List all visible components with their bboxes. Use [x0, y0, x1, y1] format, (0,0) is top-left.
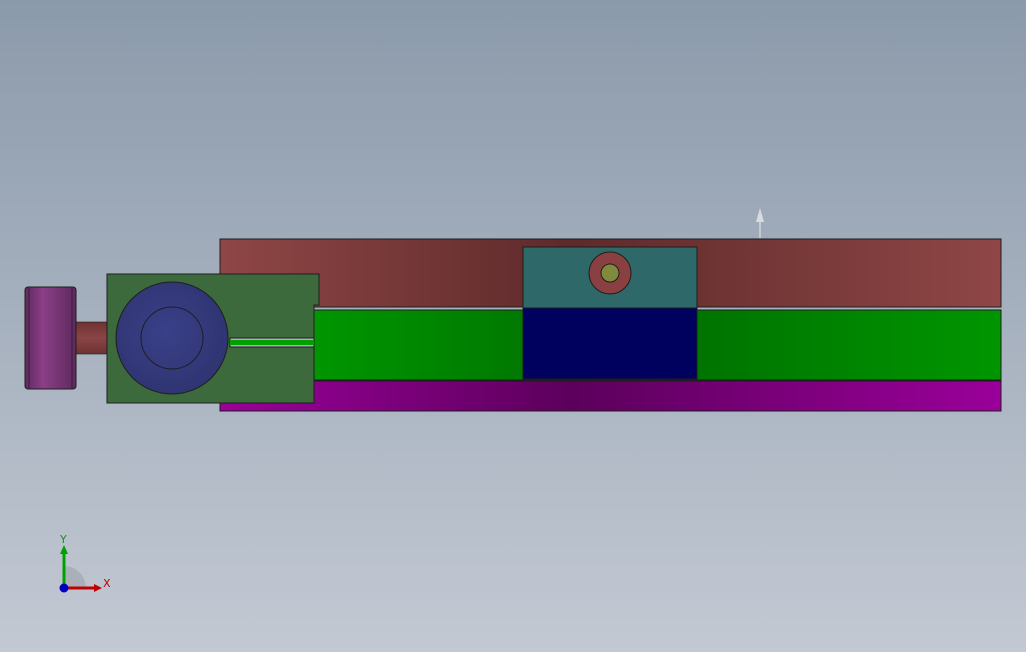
model-view: Y X: [24, 208, 1002, 593]
y-axis-arrow: [60, 545, 68, 554]
y-axis-label: Y: [59, 533, 67, 546]
bolt-icon[interactable]: [588, 251, 632, 295]
end-block-disc[interactable]: [115, 281, 229, 395]
x-axis-arrow: [94, 584, 102, 592]
x-axis-label: X: [103, 577, 111, 590]
carriage-bottom-block[interactable]: [522, 307, 698, 380]
knob[interactable]: [24, 286, 77, 390]
arrow-up-icon: [756, 208, 764, 238]
coordinate-triad: Y X: [59, 533, 111, 593]
z-axis-dot: [59, 583, 69, 593]
shaft[interactable]: [73, 321, 111, 355]
cad-viewport[interactable]: Y X: [0, 0, 1026, 652]
bottom-rail[interactable]: [219, 380, 1002, 412]
